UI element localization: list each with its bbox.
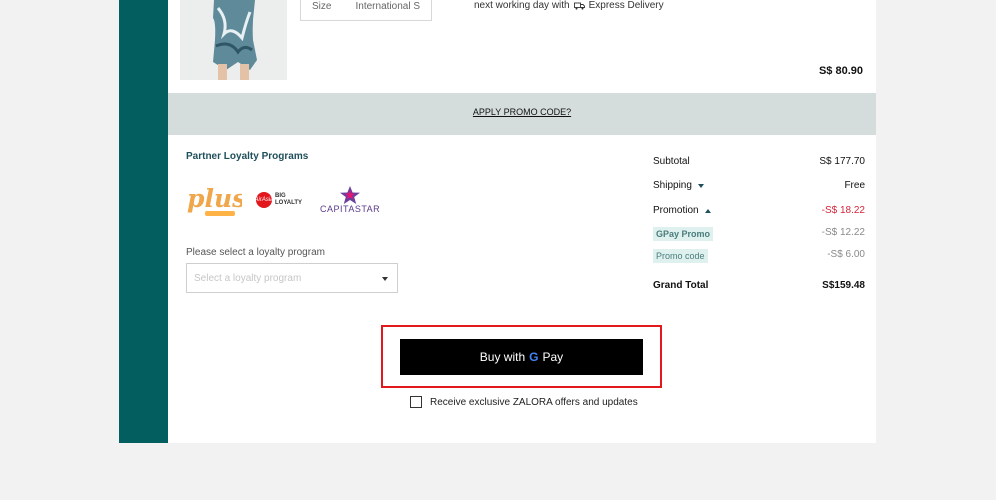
promotion-value: -S$ 18.22: [821, 205, 865, 216]
promo-band: APPLY PROMO CODE?: [168, 93, 876, 135]
gpay-promo-value: -S$ 12.22: [821, 227, 865, 238]
big-loyalty-logo[interactable]: AirAsia BIG LOYALTY: [255, 192, 303, 208]
big-logo-line2: LOYALTY: [275, 200, 303, 206]
apply-promo-code-link[interactable]: APPLY PROMO CODE?: [473, 107, 571, 117]
chevron-down-icon[interactable]: [697, 183, 704, 188]
item-price: S$ 80.90: [818, 65, 863, 77]
capitastar-logo[interactable]: CAPITASTAR: [320, 186, 380, 214]
gpay-promo-label: GPay Promo: [653, 227, 714, 241]
promo-code-row: Promo code -S$ 6.00: [653, 249, 865, 265]
left-teal-bar: [119, 0, 168, 443]
subtotal-label: Subtotal: [653, 156, 690, 167]
loyalty-programs-title: Partner Loyalty Programs: [186, 151, 309, 162]
star-icon: [340, 186, 361, 204]
promo-code-value: -S$ 6.00: [827, 249, 865, 260]
offers-optin[interactable]: Receive exclusive ZALORA offers and upda…: [410, 396, 638, 408]
subtotal-row: Subtotal S$ 177.70: [653, 156, 865, 172]
delivery-info: next working day with Express Delivery: [474, 0, 664, 11]
buy-with-label: Buy with: [479, 350, 526, 364]
shipping-label: Shipping: [653, 180, 692, 191]
gpay-promo-row: GPay Promo -S$ 12.22: [653, 227, 865, 243]
plus-logo-text: plus!: [187, 184, 242, 213]
gpay-brand-label: Pay: [542, 350, 564, 364]
offers-optin-label: Receive exclusive ZALORA offers and upda…: [430, 396, 638, 408]
plus-logo[interactable]: plus!: [186, 180, 257, 225]
google-g-icon: G: [529, 350, 539, 364]
offers-checkbox[interactable]: [410, 396, 422, 408]
grand-total-row: Grand Total S$159.48: [653, 280, 865, 296]
grand-total-value: S$159.48: [822, 280, 865, 291]
chevron-up-icon[interactable]: [704, 208, 711, 213]
loyalty-select-placeholder: Select a loyalty program: [194, 273, 302, 284]
size-field: Size International S: [300, 0, 432, 21]
promotion-label: Promotion: [653, 205, 699, 216]
subtotal-value: S$ 177.70: [819, 156, 865, 167]
size-label: Size: [312, 1, 332, 12]
product-image[interactable]: [180, 0, 287, 80]
loyalty-program-select[interactable]: Select a loyalty program: [186, 263, 398, 293]
delivery-service: Express Delivery: [588, 0, 664, 11]
chevron-down-icon: [382, 277, 388, 281]
big-logo-line1: BIG: [275, 193, 286, 199]
shipping-row[interactable]: Shipping Free: [653, 180, 865, 196]
promo-code-label: Promo code: [653, 249, 708, 263]
airasia-badge: AirAsia: [255, 192, 274, 208]
size-value: International S: [355, 1, 421, 12]
capitastar-text: CAPITASTAR: [320, 204, 381, 214]
loyalty-select-label: Please select a loyalty program: [186, 247, 325, 258]
loyalty-logos: plus! AirAsia BIG LOYALTY CAPITASTAR: [186, 180, 386, 222]
delivery-text: next working day with: [474, 0, 570, 11]
delivery-truck-icon: [573, 2, 585, 10]
buy-with-gpay-button[interactable]: Buy with G Pay: [400, 339, 643, 375]
promotion-row[interactable]: Promotion -S$ 18.22: [653, 205, 865, 221]
shipping-value: Free: [844, 180, 865, 191]
grand-total-label: Grand Total: [653, 280, 709, 291]
